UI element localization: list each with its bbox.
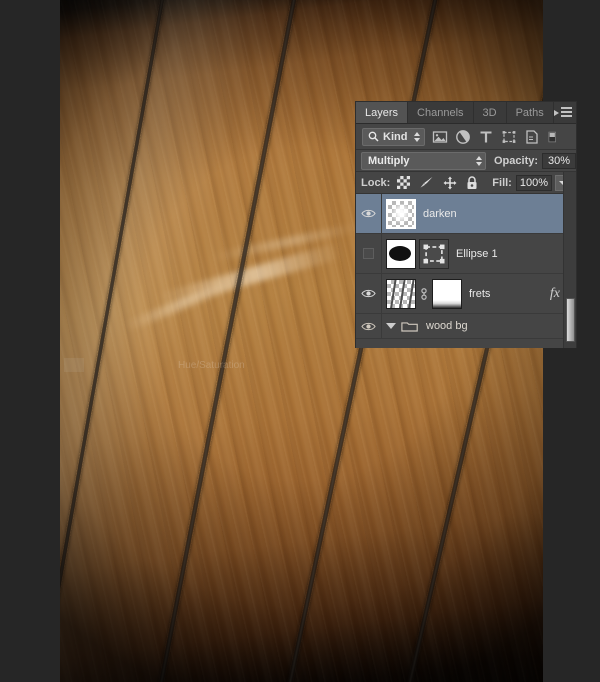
layer-name-darken[interactable]: darken [423,208,457,220]
smart-object-filter-icon[interactable] [524,129,540,145]
fill-input[interactable]: 100% [515,174,552,191]
lock-image-pixels-icon[interactable] [419,176,434,189]
opacity-label: Opacity: [494,154,539,167]
layers-scrollbar-thumb[interactable] [566,298,575,342]
layer-name-frets[interactable]: frets [469,288,490,300]
eye-icon [361,322,376,330]
table-row[interactable]: darken [356,194,576,234]
tab-paths[interactable]: Paths [507,102,554,123]
layer-thumbnail-frets[interactable] [386,278,416,309]
tab-layers[interactable]: Layers [356,102,409,123]
lock-row[interactable]: Lock: Fill: 100% [356,172,576,194]
filter-toggle-switch[interactable] [547,129,559,145]
blend-mode-stepper[interactable] [476,155,482,166]
layer-list[interactable]: darken Ellipse 1 frets fx wood bg [356,194,576,348]
layers-scrollbar[interactable] [563,172,576,348]
tab-channels[interactable]: Channels [408,102,474,123]
filter-kind-label: Kind [383,130,408,143]
tab-3d[interactable]: 3D [474,102,507,123]
lock-all-icon[interactable] [466,175,478,190]
layer-effects-badge[interactable]: fx [550,286,560,302]
layer-thumbnail-ellipse-1[interactable] [386,238,416,269]
link-mask-icon[interactable] [419,287,429,301]
filter-kind-stepper[interactable] [414,131,421,142]
eye-icon [361,209,376,218]
blend-mode-select[interactable]: Multiply [361,151,486,170]
filter-kind-select[interactable]: Kind [362,127,426,146]
lock-transparent-pixels-icon[interactable] [397,176,411,189]
eye-off-icon [363,248,374,259]
layer-list-overflow-row [356,339,576,348]
panel-tab-bar[interactable]: Layers Channels 3D Paths [356,102,576,124]
adjustment-layer-filter-icon[interactable] [455,129,471,145]
lock-position-icon[interactable] [443,176,457,190]
blend-mode-value: Multiply [368,154,410,167]
vector-mask-thumbnail-ellipse-1[interactable] [419,238,449,269]
lock-label: Lock: [361,176,391,189]
layer-visibility-toggle-darken[interactable] [356,194,382,233]
layer-visibility-toggle-wood-bg[interactable] [356,314,382,338]
table-row[interactable]: frets fx [356,274,576,314]
photoshop-workspace: Hue/Saturation Layers Channels 3D Paths [0,0,600,682]
opacity-input[interactable]: 30% [542,152,576,169]
panel-menu-icon[interactable] [554,106,572,120]
eye-icon [361,289,376,298]
shape-layer-filter-icon[interactable] [501,129,517,145]
layer-name-ellipse-1[interactable]: Ellipse 1 [456,248,498,260]
folder-icon [401,321,418,332]
layer-thumbnail-darken[interactable] [386,198,416,229]
layer-visibility-toggle-frets[interactable] [356,274,382,313]
layer-mask-thumbnail-frets[interactable] [432,278,462,309]
table-row[interactable]: wood bg [356,314,576,339]
type-layer-filter-icon[interactable] [478,129,494,145]
table-row[interactable]: Ellipse 1 [356,234,576,274]
vector-path-icon [423,244,445,263]
layer-visibility-toggle-ellipse-1[interactable] [356,234,382,273]
layer-filter-row[interactable]: Kind [356,124,576,150]
layers-panel[interactable]: Layers Channels 3D Paths Kind Multiply O… [355,101,577,348]
pixel-layer-filter-icon[interactable] [432,129,448,145]
search-icon [368,131,379,142]
fill-label: Fill: [492,176,512,189]
group-expand-arrow-wood-bg[interactable] [386,323,396,329]
blend-mode-row[interactable]: Multiply Opacity: 30% [356,150,576,172]
layer-name-wood-bg[interactable]: wood bg [426,320,468,332]
